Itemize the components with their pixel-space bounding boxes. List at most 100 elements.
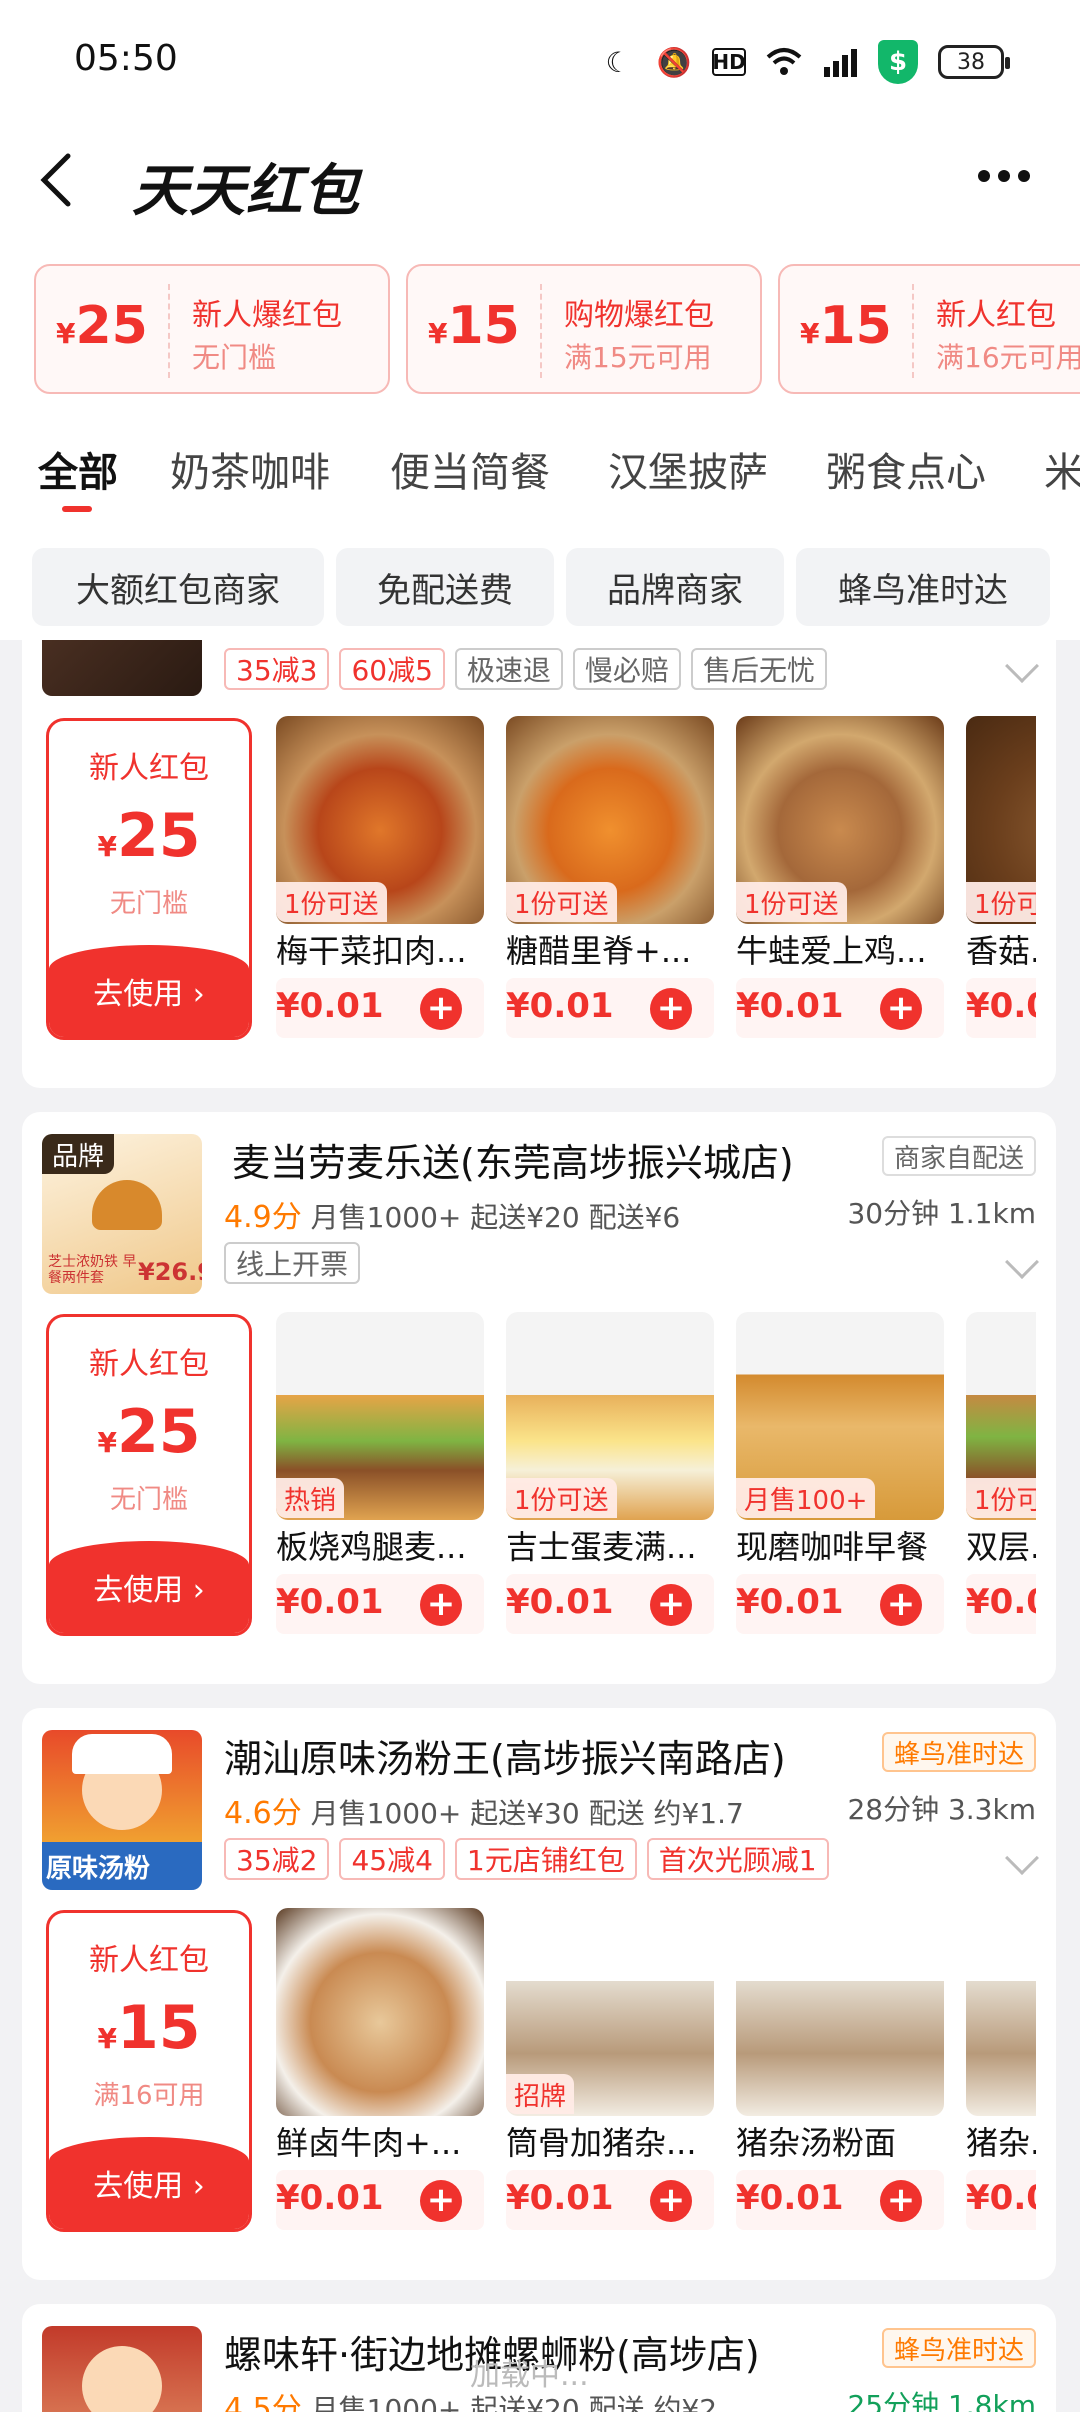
product-badge: 热销 bbox=[276, 1478, 345, 1518]
product-price: ¥0.01 bbox=[966, 1582, 1036, 1622]
redpack-amount: ¥25 bbox=[97, 1397, 201, 1467]
product-item[interactable]: 1份可送 吉士蛋麦满... ¥0.01 + bbox=[506, 1312, 714, 1634]
use-redpack-button[interactable]: 去使用 › bbox=[49, 2137, 249, 2229]
chevron-down-icon[interactable] bbox=[1005, 1841, 1039, 1875]
product-badge: 1份可送 bbox=[506, 1478, 617, 1518]
redpack-amount: ¥15 bbox=[97, 1993, 201, 2063]
coupon-title: 购物爆红包 bbox=[564, 298, 714, 333]
redpack-condition: 无门槛 bbox=[109, 889, 188, 919]
back-button[interactable] bbox=[36, 150, 96, 210]
add-to-cart-button[interactable]: + bbox=[420, 2180, 462, 2222]
chip-big-redpack[interactable]: 大额红包商家 bbox=[32, 548, 324, 626]
product-name: 鲜卤牛肉+... bbox=[276, 2124, 462, 2162]
security-shield-icon: $ bbox=[878, 40, 918, 84]
coupon-condition: 无门槛 bbox=[192, 341, 277, 374]
coupon-card[interactable]: ¥15 新人红包 满16元可用 bbox=[778, 264, 1080, 394]
product-name: 吉士蛋麦满... bbox=[506, 1528, 697, 1566]
chip-free-delivery[interactable]: 免配送费 bbox=[336, 548, 554, 626]
add-to-cart-button[interactable]: + bbox=[880, 1584, 922, 1626]
brand-badge: 品牌 bbox=[42, 1134, 115, 1174]
hd-icon: HD bbox=[712, 48, 746, 76]
chip-ontime[interactable]: 蜂鸟准时达 bbox=[796, 548, 1050, 626]
tab-rice[interactable]: 米 bbox=[1044, 440, 1080, 498]
product-price: ¥0.01 bbox=[276, 986, 384, 1026]
product-price: ¥0.01 bbox=[276, 1582, 384, 1622]
add-to-cart-button[interactable]: + bbox=[650, 1584, 692, 1626]
store-logo: 品牌 芝士浓奶铁 早餐两件套 ¥26.9 bbox=[42, 1134, 202, 1294]
coupon-title: 新人爆红包 bbox=[192, 298, 342, 333]
store-meta: 4.6分 月售1000+ 起送¥30 配送 约¥1.7 bbox=[224, 1796, 744, 1831]
product-price: ¥0.01 bbox=[736, 986, 844, 1026]
product-item[interactable]: 猪杂... ¥0.01+ bbox=[966, 1908, 1036, 2230]
product-item[interactable]: 招牌 筒骨加猪杂... ¥0.01 + bbox=[506, 1908, 714, 2230]
product-item[interactable]: 1份可送 糖醋里脊+... ¥0.01 + bbox=[506, 716, 714, 1038]
product-badge: 1份可送 bbox=[276, 882, 387, 922]
product-item[interactable]: 猪杂汤粉面 ¥0.01 + bbox=[736, 1908, 944, 2230]
product-price: ¥0.01 bbox=[736, 1582, 844, 1622]
product-price: ¥0.01 bbox=[506, 986, 614, 1026]
more-button[interactable] bbox=[964, 156, 1044, 196]
product-price: ¥0.01 bbox=[736, 2178, 844, 2218]
store-score: 4.9分 bbox=[224, 1200, 302, 1235]
use-redpack-button[interactable]: 去使用 › bbox=[49, 945, 249, 1037]
category-tabs: 全部 奶茶咖啡 便当简餐 汉堡披萨 粥食点心 米 bbox=[0, 440, 1080, 520]
store-card[interactable]: 品牌 芝士浓奶铁 早餐两件套 ¥26.9 麦当劳麦乐送(东莞高埗振兴城店) 商家… bbox=[22, 1112, 1056, 1684]
chevron-down-icon[interactable] bbox=[1005, 649, 1039, 683]
add-to-cart-button[interactable]: + bbox=[420, 1584, 462, 1626]
store-distance: 25分钟 1.8km bbox=[847, 2389, 1036, 2412]
product-name: 梅干菜扣肉... bbox=[276, 932, 467, 970]
product-item[interactable]: 1份可送 牛蛙爱上鸡... ¥0.01 + bbox=[736, 716, 944, 1038]
store-name[interactable]: 麦当劳麦乐送(东莞高埗振兴城店) bbox=[232, 1132, 794, 1187]
product-item[interactable]: 1份可送 梅干菜扣肉... ¥0.01 + bbox=[276, 716, 484, 1038]
promo-tags: 35减3 60减5 极速退 慢必赔 售后无忧 bbox=[224, 648, 827, 690]
store-card[interactable]: 原味汤粉 潮汕原味汤粉王(高埗振兴南路店) 蜂鸟准时达 4.6分 月售1000+… bbox=[22, 1708, 1056, 2280]
add-to-cart-button[interactable]: + bbox=[420, 988, 462, 1030]
product-name: 牛蛙爱上鸡... bbox=[736, 932, 927, 970]
coupon-amount: ¥15 bbox=[428, 296, 520, 356]
use-redpack-button[interactable]: 去使用 › bbox=[49, 1541, 249, 1633]
logo-price: ¥26.9 bbox=[138, 1258, 202, 1286]
store-card[interactable]: 35减3 60减5 极速退 慢必赔 售后无忧 新人红包 ¥25 无门槛 去使用 … bbox=[22, 640, 1056, 1088]
tab-indicator bbox=[62, 506, 92, 512]
tab-burger-pizza[interactable]: 汉堡披萨 bbox=[608, 440, 768, 498]
store-score: 4.6分 bbox=[224, 1796, 302, 1831]
delivery-tag: 蜂鸟准时达 bbox=[881, 1732, 1036, 1772]
product-badge: 1份可送 bbox=[966, 882, 1036, 922]
coupon-card[interactable]: ¥15 购物爆红包 满15元可用 bbox=[406, 264, 762, 394]
add-to-cart-button[interactable]: + bbox=[650, 2180, 692, 2222]
more-dot-icon bbox=[998, 170, 1010, 182]
store-name[interactable]: 潮汕原味汤粉王(高埗振兴南路店) bbox=[224, 1728, 786, 1783]
product-item[interactable]: 鲜卤牛肉+... ¥0.01 + bbox=[276, 1908, 484, 2230]
coupon-card[interactable]: ¥25 新人爆红包 无门槛 bbox=[34, 264, 390, 394]
chevron-down-icon[interactable] bbox=[1005, 1245, 1039, 1279]
product-badge: 1份可送 bbox=[506, 882, 617, 922]
coupon-title: 新人红包 bbox=[936, 298, 1056, 333]
product-item[interactable]: 热销 板烧鸡腿麦... ¥0.01 + bbox=[276, 1312, 484, 1634]
product-image bbox=[736, 1908, 944, 2116]
product-name: 猪杂... bbox=[966, 2124, 1036, 2162]
store-redpack: 新人红包 ¥15 满16可用 去使用 › bbox=[46, 1910, 252, 2232]
tab-congee-dimsum[interactable]: 粥食点心 bbox=[826, 440, 986, 498]
product-item[interactable]: 1份可送 香菇... ¥0.01+ bbox=[966, 716, 1036, 1038]
tab-all[interactable]: 全部 bbox=[38, 440, 118, 512]
chip-brand[interactable]: 品牌商家 bbox=[566, 548, 784, 626]
loading-indicator: 加载中... bbox=[470, 2358, 589, 2393]
promo-tag: 首次光顾减1 bbox=[646, 1838, 829, 1880]
add-to-cart-button[interactable]: + bbox=[880, 2180, 922, 2222]
tab-milk-tea-coffee[interactable]: 奶茶咖啡 bbox=[170, 440, 330, 498]
tab-bento[interactable]: 便当简餐 bbox=[390, 440, 550, 498]
status-icons: ☾ 🔕 HD $ 38 bbox=[600, 40, 1010, 84]
promo-tag: 1元店铺红包 bbox=[454, 1838, 637, 1880]
product-item[interactable]: 月售100+ 现磨咖啡早餐 ¥0.01 + bbox=[736, 1312, 944, 1634]
product-image bbox=[276, 1908, 484, 2116]
product-item[interactable]: 1份可送 双层... ¥0.01+ bbox=[966, 1312, 1036, 1634]
service-tags: 线上开票 bbox=[224, 1242, 361, 1284]
add-to-cart-button[interactable]: + bbox=[880, 988, 922, 1030]
page-title: 天天红包 bbox=[132, 159, 360, 224]
mute-icon: 🔕 bbox=[656, 45, 692, 79]
promo-tags: 35减2 45减4 1元店铺红包 首次光顾减1 bbox=[224, 1838, 829, 1880]
store-logo bbox=[42, 640, 202, 696]
coupon-condition: 满15元可用 bbox=[564, 341, 712, 374]
add-to-cart-button[interactable]: + bbox=[650, 988, 692, 1030]
service-tag: 售后无忧 bbox=[690, 648, 827, 690]
